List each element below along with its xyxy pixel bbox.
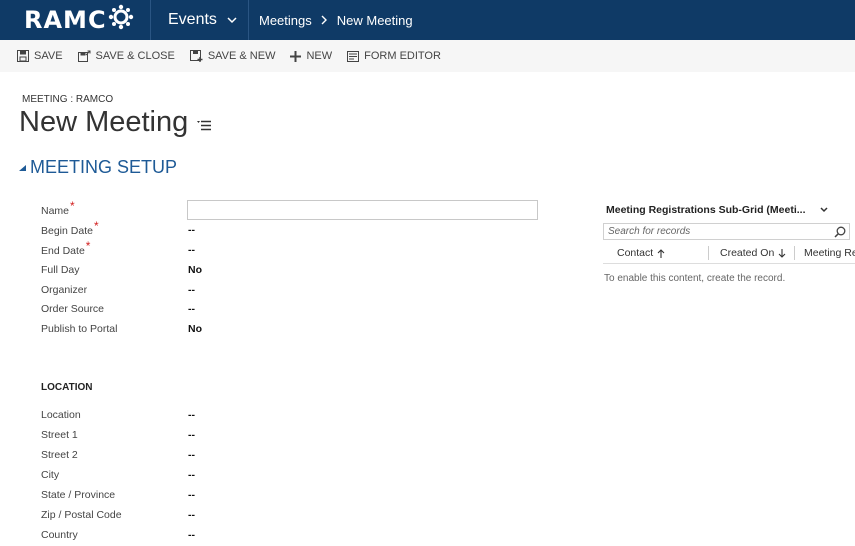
city-value[interactable]: -- <box>188 469 195 481</box>
field-label: Country <box>41 529 78 541</box>
field-street-2: Street 2 -- <box>41 446 195 464</box>
field-label: Location <box>41 409 81 421</box>
save-icon <box>17 50 29 62</box>
column-divider <box>794 246 795 260</box>
form-editor-button[interactable]: FORM EDITOR <box>347 50 441 62</box>
subgrid-title-text: Meeting Registrations Sub-Grid (Meeti... <box>606 204 806 216</box>
field-label: End Date* <box>41 239 91 257</box>
begin-date-value[interactable]: -- <box>188 224 195 236</box>
area-selector[interactable]: Events <box>151 0 249 40</box>
form-editor-icon <box>347 50 360 62</box>
column-meeting-registration[interactable]: Meeting Re <box>804 247 855 259</box>
section-title: MEETING SETUP <box>30 157 178 177</box>
page-title: New Meeting <box>19 106 212 139</box>
save-new-label: SAVE & NEW <box>207 50 276 62</box>
field-label: Name* <box>41 199 75 217</box>
section-meeting-setup[interactable]: MEETING SETUP <box>19 157 177 178</box>
save-new-icon <box>189 50 203 62</box>
required-marker: * <box>70 199 75 213</box>
field-organizer: Organizer -- <box>41 281 195 299</box>
country-value[interactable]: -- <box>188 529 195 541</box>
field-label: Street 2 <box>41 449 78 461</box>
subgrid-search-input[interactable]: Search for records <box>603 223 850 240</box>
breadcrumb: Meetings New Meeting <box>249 13 413 28</box>
field-street-1: Street 1 -- <box>41 426 195 444</box>
form-editor-label: FORM EDITOR <box>364 50 441 62</box>
entity-label: MEETING : RAMCO <box>22 94 114 105</box>
field-label: Order Source <box>41 303 105 315</box>
save-and-new-button[interactable]: SAVE & NEW <box>189 50 276 62</box>
field-location: Location -- <box>41 406 195 424</box>
area-label: Events <box>168 11 217 28</box>
save-close-label: SAVE & CLOSE <box>95 50 175 62</box>
new-button[interactable]: NEW <box>290 50 332 62</box>
field-label: Begin Date* <box>41 219 99 237</box>
save-close-icon <box>77 50 91 62</box>
field-zip-postal-code: Zip / Postal Code -- <box>41 506 195 524</box>
column-divider <box>708 246 709 260</box>
field-label: Street 1 <box>41 429 78 441</box>
top-navigation-bar: RAMC Events Meetings New Meeting <box>0 0 855 40</box>
street-1-value[interactable]: -- <box>188 429 195 441</box>
field-label: State / Province <box>41 489 116 501</box>
field-full-day: Full Day No <box>41 261 202 279</box>
subgrid-header-row: Contact Created On Meeting Re <box>603 243 855 264</box>
field-order-source: Order Source -- <box>41 300 195 318</box>
field-label: Organizer <box>41 284 88 296</box>
form-selector-menu-icon[interactable] <box>197 120 212 131</box>
location-heading: LOCATION <box>41 382 93 393</box>
street-2-value[interactable]: -- <box>188 449 195 461</box>
search-icon[interactable] <box>834 225 846 243</box>
plus-icon <box>290 50 302 62</box>
field-publish-to-portal: Publish to Portal No <box>41 320 202 338</box>
save-and-close-button[interactable]: SAVE & CLOSE <box>77 50 175 62</box>
chevron-down-icon <box>819 207 828 213</box>
name-input[interactable] <box>187 200 538 220</box>
field-city: City -- <box>41 466 195 484</box>
column-created-on[interactable]: Created On <box>720 247 786 259</box>
publish-to-portal-value[interactable]: No <box>188 323 202 335</box>
field-label: Full Day <box>41 264 80 276</box>
logo-gear-icon <box>108 4 134 36</box>
field-name: Name* <box>41 199 188 219</box>
end-date-value[interactable]: -- <box>188 244 195 256</box>
save-button[interactable]: SAVE <box>17 50 63 62</box>
ramco-logo[interactable]: RAMC <box>0 0 151 40</box>
order-source-value[interactable]: -- <box>188 303 195 315</box>
required-marker: * <box>85 239 91 253</box>
sort-ascending-icon <box>657 248 665 258</box>
field-state-province: State / Province -- <box>41 486 195 504</box>
field-label: Publish to Portal <box>41 323 118 335</box>
chevron-right-icon <box>321 15 328 25</box>
required-marker: * <box>93 219 99 233</box>
chevron-down-icon <box>227 16 237 24</box>
column-contact[interactable]: Contact <box>617 247 665 259</box>
sort-descending-icon <box>778 248 786 258</box>
collapse-triangle-icon <box>19 164 26 171</box>
field-country: Country -- <box>41 526 195 544</box>
breadcrumb-meetings[interactable]: Meetings <box>259 13 312 28</box>
logo-text: RAMC <box>24 4 135 36</box>
save-label: SAVE <box>34 50 63 62</box>
location-value[interactable]: -- <box>188 409 195 421</box>
page-title-text: New Meeting <box>19 106 189 138</box>
field-begin-date: Begin Date* -- <box>41 219 195 239</box>
zip-postal-code-value[interactable]: -- <box>188 509 195 521</box>
field-label: City <box>41 469 60 481</box>
subgrid-empty-message: To enable this content, create the recor… <box>604 273 786 284</box>
new-label: NEW <box>306 50 333 62</box>
command-bar: SAVE SAVE & CLOSE SAVE & NEW NEW FORM ED… <box>0 40 855 72</box>
field-label: Zip / Postal Code <box>41 509 122 521</box>
state-province-value[interactable]: -- <box>188 489 195 501</box>
search-placeholder: Search for records <box>608 226 691 237</box>
field-end-date: End Date* -- <box>41 239 195 259</box>
breadcrumb-new-meeting[interactable]: New Meeting <box>337 13 413 28</box>
full-day-value[interactable]: No <box>188 264 202 276</box>
subgrid-title[interactable]: Meeting Registrations Sub-Grid (Meeti... <box>606 204 828 216</box>
organizer-value[interactable]: -- <box>188 284 195 296</box>
